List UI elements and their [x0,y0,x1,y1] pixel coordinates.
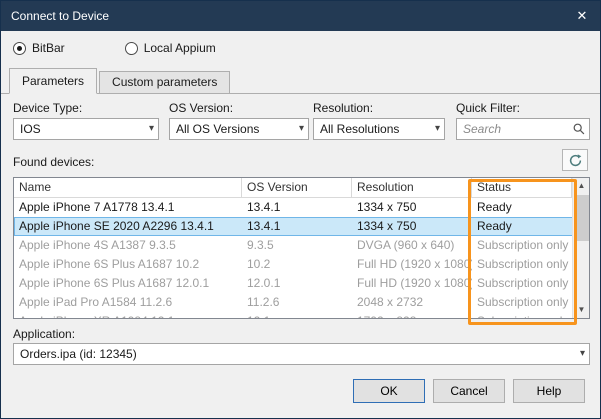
cell-res: DVGA (960 x 640) [352,236,472,255]
radio-local-appium[interactable]: Local Appium [125,41,216,55]
cell-res: 1792 x 828 [352,312,472,319]
search-input[interactable] [456,118,590,140]
cell-status: Subscription only [472,312,572,319]
os-version-value: All OS Versions [176,122,288,136]
title-bar: Connect to Device ✕ [1,1,600,31]
radio-bitbar-label: BitBar [32,41,65,55]
cell-res: Full HD (1920 x 1080) [352,255,472,274]
scrollbar-thumb[interactable] [574,195,589,241]
table-row[interactable]: Apple iPhone 6S Plus A1687 12.0.1 12.0.1… [14,274,589,293]
tab-custom-parameters[interactable]: Custom parameters [99,71,230,93]
table-row[interactable]: Apple iPhone 7 A1778 13.4.1 13.4.1 1334 … [14,198,589,217]
radio-dot [125,42,138,55]
cell-status: Subscription only [472,274,572,293]
application-value: Orders.ipa (id: 12345) [20,347,569,361]
device-type-value: IOS [20,122,138,136]
chevron-down-icon: ▾ [580,348,585,359]
cell-name: Apple iPhone 6S Plus A1687 10.2 [14,255,242,274]
column-header-resolution[interactable]: Resolution [352,178,472,197]
dialog-title: Connect to Device [11,1,109,31]
search-icon [572,122,586,136]
radio-bitbar[interactable]: BitBar [13,41,65,55]
scroll-up-icon[interactable]: ▲ [573,178,590,194]
os-version-label: OS Version: [169,101,233,115]
resolution-value: All Resolutions [320,122,424,136]
ok-button[interactable]: OK [353,379,425,403]
cell-name: Apple iPad Pro A1584 11.2.6 [14,293,242,312]
close-icon[interactable]: ✕ [564,1,600,31]
tab-strip: Parameters Custom parameters [1,68,600,94]
table-row-partial[interactable]: Apple iPhone XR A1984 12.1 12.1 1792 x 8… [14,312,589,319]
quick-filter-box [456,118,590,140]
device-table: Name OS Version Resolution Status Apple … [13,177,590,319]
resolution-select[interactable]: All Resolutions ▾ [313,118,445,140]
found-devices-label: Found devices: [13,155,94,169]
table-row[interactable]: Apple iPhone 4S A1387 9.3.5 9.3.5 DVGA (… [14,236,589,255]
cell-name: Apple iPhone 6S Plus A1687 12.0.1 [14,274,242,293]
cell-res: Full HD (1920 x 1080) [352,274,472,293]
cell-os: 13.4.1 [242,198,352,217]
cell-name: Apple iPhone 4S A1387 9.3.5 [14,236,242,255]
cell-name: Apple iPhone SE 2020 A2296 13.4.1 [14,217,242,236]
column-header-name[interactable]: Name [14,178,242,197]
chevron-down-icon: ▾ [435,123,440,134]
radio-dot [13,42,26,55]
cell-status: Ready [472,198,572,217]
table-header: Name OS Version Resolution Status [14,178,589,198]
cell-os: 10.2 [242,255,352,274]
cell-status: Subscription only [472,293,572,312]
os-version-select[interactable]: All OS Versions ▾ [169,118,309,140]
vertical-scrollbar[interactable]: ▲ ▼ [572,178,589,318]
cell-os: 12.0.1 [242,274,352,293]
application-select[interactable]: Orders.ipa (id: 12345) ▾ [13,343,590,365]
cell-res: 1334 x 750 [352,198,472,217]
connect-to-device-dialog: Connect to Device ✕ BitBar Local Appium … [0,0,601,419]
refresh-button[interactable] [562,149,588,171]
tab-parameters[interactable]: Parameters [9,68,97,94]
help-button[interactable]: Help [513,379,585,403]
cell-status: Subscription only [472,255,572,274]
device-type-label: Device Type: [13,101,82,115]
column-header-status[interactable]: Status [472,178,572,197]
cell-os: 13.4.1 [242,217,352,236]
resolution-label: Resolution: [313,101,373,115]
scroll-down-icon[interactable]: ▼ [573,302,590,318]
quick-filter-label: Quick Filter: [456,101,520,115]
table-row[interactable]: Apple iPad Pro A1584 11.2.6 11.2.6 2048 … [14,293,589,312]
cancel-button[interactable]: Cancel [433,379,505,403]
table-row-selected[interactable]: Apple iPhone SE 2020 A2296 13.4.1 13.4.1… [14,217,589,236]
application-label: Application: [13,327,75,341]
cell-res: 2048 x 2732 [352,293,472,312]
cell-res: 1334 x 750 [352,217,472,236]
table-row[interactable]: Apple iPhone 6S Plus A1687 10.2 10.2 Ful… [14,255,589,274]
cell-status: Ready [472,217,572,236]
chevron-down-icon: ▾ [149,123,154,134]
cell-name: Apple iPhone XR A1984 12.1 [14,312,242,319]
cell-status: Subscription only [472,236,572,255]
chevron-down-icon: ▾ [299,123,304,134]
column-header-os-version[interactable]: OS Version [242,178,352,197]
cell-os: 9.3.5 [242,236,352,255]
cell-name: Apple iPhone 7 A1778 13.4.1 [14,198,242,217]
cell-os: 12.1 [242,312,352,319]
radio-local-appium-label: Local Appium [144,41,216,55]
refresh-icon [568,153,583,168]
cell-os: 11.2.6 [242,293,352,312]
connection-type-radio-group: BitBar Local Appium [13,41,216,55]
device-type-select[interactable]: IOS ▾ [13,118,159,140]
